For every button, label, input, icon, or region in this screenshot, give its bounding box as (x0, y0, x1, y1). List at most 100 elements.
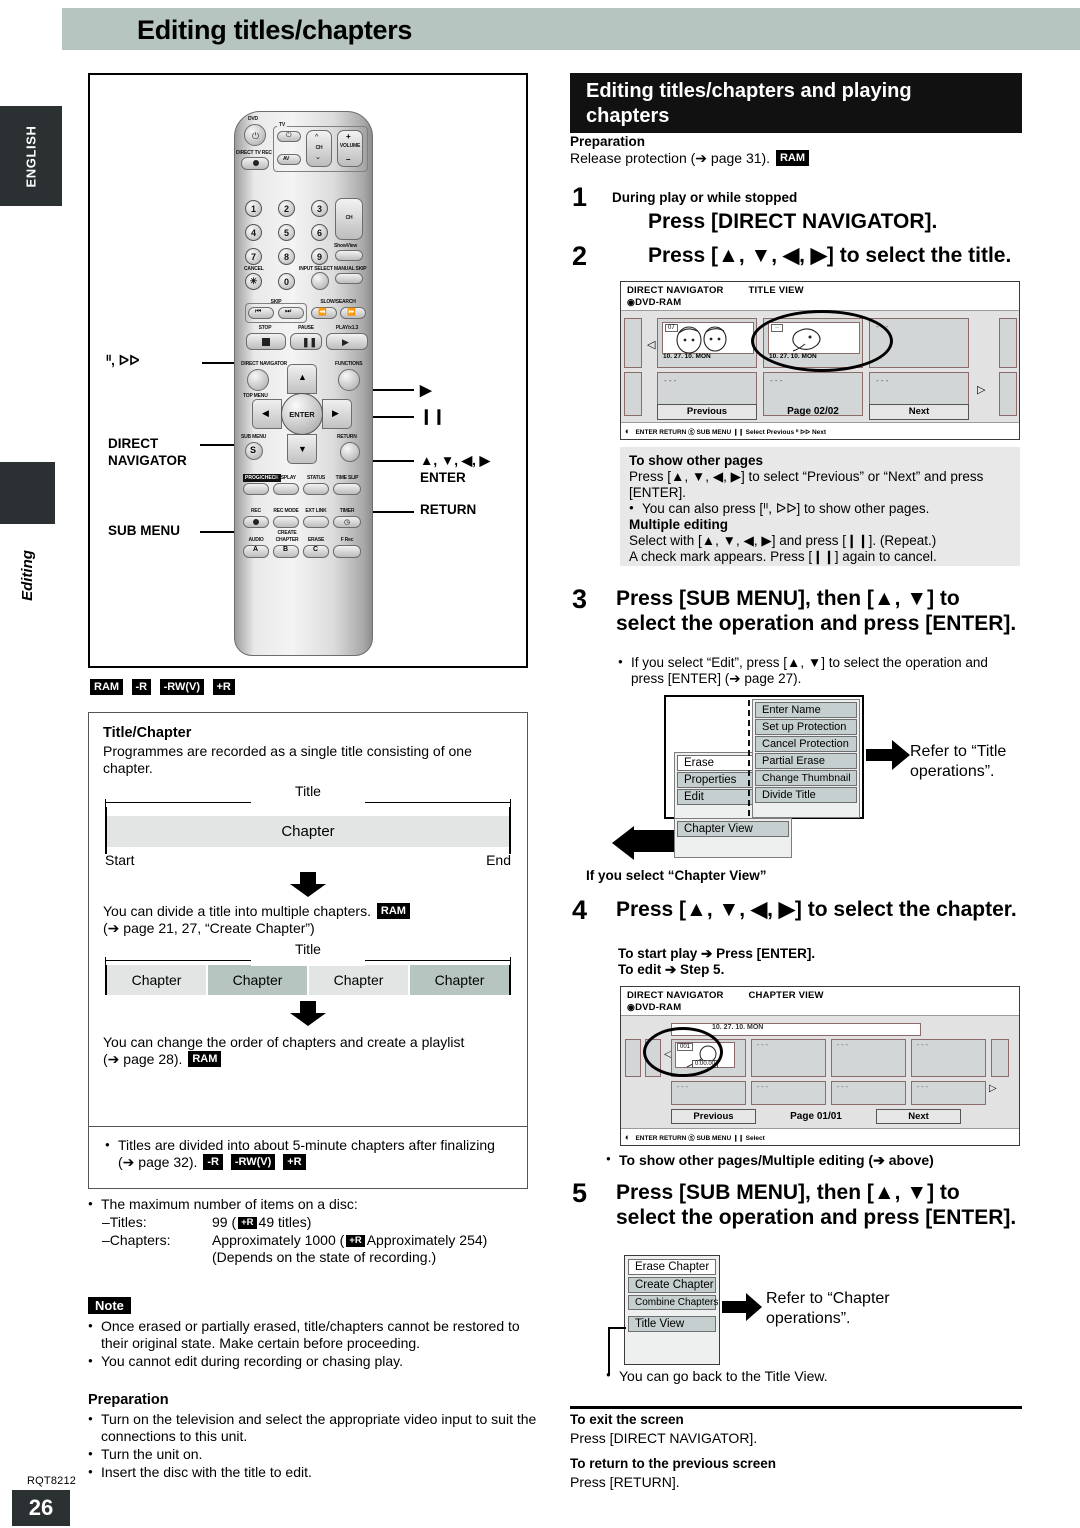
functions-label: FUNCTIONS (335, 361, 363, 367)
record-dot-icon (253, 160, 259, 166)
chapter-view-cell-5[interactable]: - - - (671, 1081, 746, 1105)
chapter-menu-combine-chapters[interactable]: Combine Chapters (628, 1295, 718, 1310)
chapter-menu-title-view[interactable]: Title View (628, 1316, 716, 1332)
status-label: STATUS (306, 475, 326, 481)
direct-navigator-button[interactable] (247, 369, 269, 391)
number-button-6[interactable]: 6 (311, 224, 328, 241)
exit-divider (570, 1406, 1022, 1409)
erase-label: ERASE (307, 537, 325, 543)
chapter-view-cell-8[interactable]: - - - (911, 1081, 986, 1105)
enter-button[interactable]: ENTER (281, 393, 323, 435)
divide-text-body: You can divide a title into multiple cha… (103, 903, 371, 919)
chapter-view-cell-7[interactable]: - - - (831, 1081, 906, 1105)
cancel-label: CANCEL (244, 266, 264, 272)
number-button-5[interactable]: 5 (278, 224, 295, 241)
title-view-page-indicator: Page 02/02 (787, 406, 839, 417)
finalize-ref: (➔ page 32). (118, 1154, 198, 1170)
title-submenu-change-thumbnail[interactable]: Change Thumbnail (755, 770, 857, 786)
chapter-view-panel: Chapter View (674, 818, 792, 858)
right-preparation-text: Release protection (➔ page 31). (570, 150, 771, 166)
chapter-view-cell-7-ph: - - - (837, 1084, 848, 1091)
prog-check-button[interactable] (243, 483, 269, 495)
number-button-2[interactable]: 2 (278, 200, 295, 217)
chapter-view-cell-6[interactable]: - - - (751, 1081, 826, 1105)
number-button-0[interactable]: 0 (278, 273, 295, 290)
finalize-note-text: Titles are divided into about 5-minute c… (118, 1137, 495, 1153)
number-button-3[interactable]: 3 (311, 200, 328, 217)
power-icon: ⏻ (252, 131, 260, 141)
chapter-view-cell-2[interactable]: - - - (751, 1039, 826, 1077)
title-submenu-divide-title[interactable]: Divide Title (755, 787, 857, 803)
time-slip-label: TIME SLIP (335, 475, 359, 481)
title-submenu-cancel-protection[interactable]: Cancel Protection (755, 736, 857, 752)
rec-mode-button[interactable] (273, 516, 299, 528)
refer-title-line1: Refer to “Title (910, 743, 1007, 760)
sub-menu-label: SUB MENU (241, 434, 267, 440)
step-4-sub-2: To edit ➔ Step 5. (618, 962, 725, 977)
left-scroll-arrow-icon: ◁ (647, 339, 656, 351)
chapter-view-cell-4[interactable]: - - - (911, 1039, 986, 1077)
refer-title-arrow-icon (866, 740, 910, 775)
number-button-1[interactable]: 1 (245, 200, 262, 217)
sub-menu-glyph: S (250, 445, 257, 455)
max-titles-value: 99 (+R 49 titles) (212, 1214, 311, 1231)
number-button-9[interactable]: 9 (311, 248, 328, 265)
title-view-rail-left (624, 318, 642, 368)
stop-icon (262, 338, 270, 346)
title-menu-item-chapter-view[interactable]: Chapter View (677, 821, 789, 837)
diagram2-chapter-1: Chapter (107, 965, 208, 995)
skip-forward-icon: ⏭ (285, 308, 292, 315)
diagram2-chapter-4: Chapter (410, 965, 509, 995)
input-select-button[interactable] (311, 272, 329, 290)
status-button[interactable] (303, 483, 329, 495)
title-submenu-enter-name[interactable]: Enter Name (755, 702, 857, 718)
finalize-note: Titles are divided into about 5-minute c… (105, 1136, 513, 1154)
showview-button[interactable] (335, 250, 363, 261)
enter-return-icon: ◐ (625, 426, 631, 436)
callout-pause: ❙❙ (420, 408, 446, 425)
channel-label: CH (345, 215, 353, 221)
return-button[interactable] (340, 442, 360, 462)
chapter-view-cell-2-ph: - - - (757, 1042, 768, 1049)
cursor-down-icon: ▼ (298, 444, 307, 454)
number-button-8[interactable]: 8 (278, 248, 295, 265)
title-submenu-connector (748, 700, 750, 816)
cancel-button[interactable]: ✳ (245, 273, 262, 290)
minus-icon: – (346, 155, 351, 164)
time-slip-button[interactable] (333, 483, 361, 495)
step-4-sub-1: To start play ➔ Press [ENTER]. (618, 946, 816, 961)
title-view-next-button[interactable]: Next (869, 404, 969, 420)
play-icon: ▶ (342, 337, 349, 347)
callout-cursor-line (366, 460, 414, 462)
clock-icon: ◷ (344, 519, 351, 526)
chapter-view-cell-3[interactable]: - - - (831, 1039, 906, 1077)
title-view-screen: DIRECT NAVIGATOR TITLE VIEW ◉DVD-RAM ◁ 0… (620, 281, 1020, 440)
tips-heading-2: Multiple editing (629, 517, 728, 532)
number-button-7[interactable]: 7 (245, 248, 262, 265)
display-button[interactable] (273, 483, 299, 495)
chapter-back-note: You can go back to the Title View. (606, 1367, 828, 1384)
title-view-previous-button[interactable]: Previous (657, 404, 757, 420)
page-header-band: Editing titles/chapters (62, 8, 1080, 50)
title-view-header-right: TITLE VIEW (748, 285, 804, 296)
step-2-number: 2 (572, 241, 588, 271)
right-preparation-text-row: Release protection (➔ page 31). RAM (570, 150, 1022, 167)
manual-skip-label: MANUAL SKIP (334, 266, 367, 272)
functions-button[interactable] (338, 369, 360, 391)
ext-link-button[interactable] (303, 516, 329, 528)
title-view-cell-1[interactable]: 07 10. 27. 10. MON (657, 318, 757, 368)
chapter-menu-erase-chapter[interactable]: Erase Chapter (628, 1259, 716, 1275)
left-preparation-item-2: Turn the unit on. (88, 1445, 538, 1463)
title-submenu-set-up-protection[interactable]: Set up Protection (755, 719, 857, 735)
number-button-4[interactable]: 4 (245, 224, 262, 241)
divide-ref: (➔ page 21, 27, “Create Chapter”) (103, 920, 315, 936)
chapter-view-next-button[interactable]: Next (876, 1109, 961, 1124)
refer-title-operations: Refer to “Title operations”. (910, 742, 1006, 782)
manual-skip-button[interactable] (335, 273, 363, 284)
title-submenu-partial-erase[interactable]: Partial Erase (755, 753, 857, 769)
chapter-view-previous-button[interactable]: Previous (671, 1109, 756, 1124)
tv-power-icon: ⏻ (286, 132, 292, 139)
f-rec-button[interactable] (333, 545, 361, 558)
chapter-menu-create-chapter[interactable]: Create Chapter (628, 1277, 716, 1293)
divide-text: You can divide a title into multiple cha… (103, 903, 513, 920)
